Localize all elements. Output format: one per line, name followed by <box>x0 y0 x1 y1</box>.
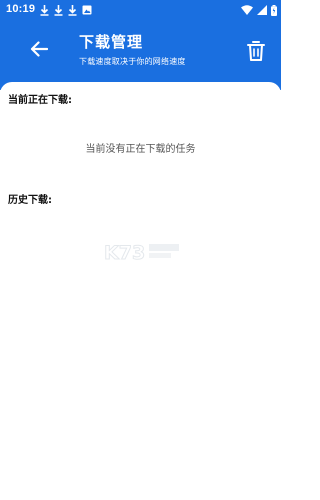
image-icon <box>82 5 92 15</box>
status-bar: 10:19 <box>0 0 281 20</box>
page-title: 下载管理 <box>79 33 144 51</box>
download-icon <box>40 4 49 16</box>
current-downloads-title: 当前正在下载: <box>8 95 72 106</box>
page-subtitle: 下载速度取决于你的网络速度 <box>79 57 186 66</box>
notification-icons <box>40 4 92 16</box>
download-icon <box>54 4 63 16</box>
status-time: 10:19 <box>6 3 36 15</box>
empty-downloads-message: 当前没有正在下载的任务 <box>85 144 196 155</box>
trash-icon <box>247 41 265 61</box>
history-downloads-title: 历史下载: <box>8 195 52 206</box>
arrow-left-icon <box>30 41 48 57</box>
watermark-logo: K73 <box>104 242 179 264</box>
cell-signal-icon <box>257 5 267 15</box>
download-icon <box>68 4 77 16</box>
svg-text:K73: K73 <box>104 242 145 264</box>
header: 10:19 下载管理 下载速度取决于你的网络速度 <box>0 0 281 90</box>
download-content: 当前正在下载: 当前没有正在下载的任务 历史下载: K73 <box>0 82 281 500</box>
app-bar: 下载管理 下载速度取决于你的网络速度 <box>0 22 281 82</box>
back-button[interactable] <box>26 36 52 62</box>
system-icons <box>241 4 277 16</box>
delete-button[interactable] <box>243 37 269 65</box>
battery-icon <box>271 4 277 16</box>
wifi-icon <box>241 5 253 15</box>
